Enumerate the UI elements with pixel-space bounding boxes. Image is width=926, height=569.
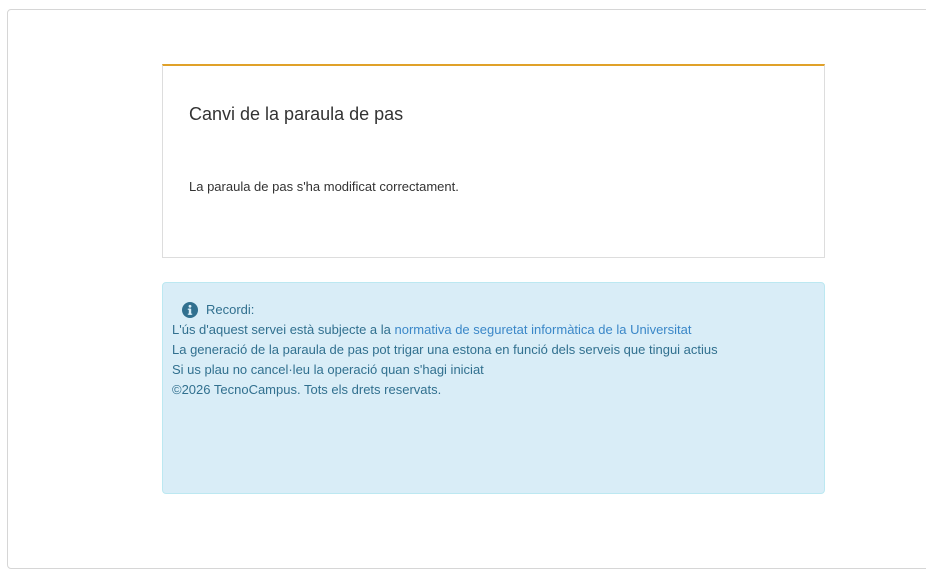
- copyright-text: ©2026 TecnoCampus. Tots els drets reserv…: [172, 382, 442, 397]
- security-policy-link[interactable]: normativa de seguretat informàtica de la…: [395, 322, 692, 337]
- policy-text: L'ús d'aquest servei està subjecte a la: [172, 322, 391, 337]
- info-alert-heading: Recordi:: [182, 300, 816, 320]
- info-line-policy: L'ús d'aquest servei està subjecte a la …: [172, 320, 772, 340]
- info-line-cancel: Si us plau no cancel·leu la operació qua…: [172, 362, 484, 377]
- password-change-panel: Canvi de la paraula de pas La paraula de…: [162, 64, 825, 258]
- info-alert: Recordi: L'ús d'aquest servei està subje…: [162, 282, 825, 494]
- info-heading-text: Recordi:: [206, 302, 255, 317]
- panel-title: Canvi de la paraula de pas: [189, 104, 404, 124]
- info-circle-icon: [182, 302, 198, 318]
- info-line-delay: La generació de la paraula de pas pot tr…: [172, 342, 718, 357]
- success-message: La paraula de pas s'ha modificat correct…: [189, 179, 459, 194]
